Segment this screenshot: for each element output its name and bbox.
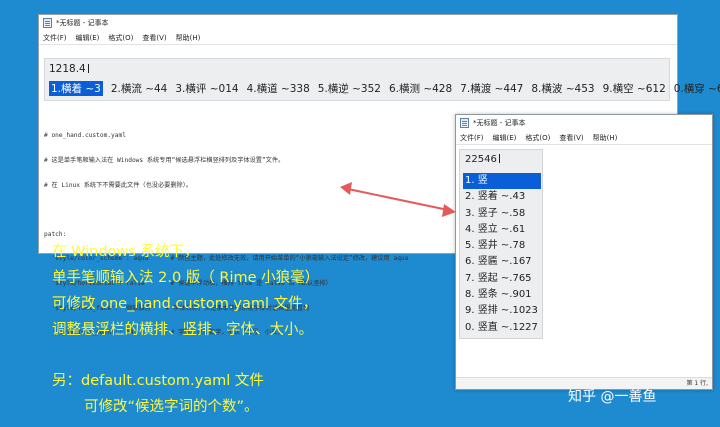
note-line-1: 在 Windows 系统下， xyxy=(52,244,199,260)
horizontal-candidate-bar: 1218.4 1.横着 ~3 2.横流 ~44 3.横评 ~014 4.横道 ~… xyxy=(44,58,720,101)
menu-view[interactable]: 查看(V) xyxy=(142,33,166,43)
menu-help[interactable]: 帮助(H) xyxy=(593,133,618,143)
candidate-item[interactable]: 4. 竖立 ~.61 xyxy=(463,222,541,238)
candidate-item[interactable]: 5.横逆 ~352 xyxy=(318,81,381,96)
vertical-candidate-panel: 22546 1. 竖 2. 竖着 ~.43 3. 竖子 ~.58 4. 竖立 ~… xyxy=(459,149,543,339)
note-line-6: 可修改“候选字词的个数”。 xyxy=(84,399,259,415)
candidate-list: 1. 竖 2. 竖着 ~.43 3. 竖子 ~.58 4. 竖立 ~.61 5.… xyxy=(463,173,541,336)
window-title: *无标题 - 记事本 xyxy=(56,19,109,27)
title-bar: *无标题 - 记事本 xyxy=(39,15,677,31)
candidate-item[interactable]: 9. 竖排 ~.1023 xyxy=(463,303,541,319)
code-line: # 在 Linux 系统下不需要此文件（也没必要删除）。 xyxy=(44,181,192,189)
preedit-text: 1218.4 xyxy=(49,63,89,75)
code-line: patch: xyxy=(44,230,67,238)
text-caret xyxy=(87,64,89,73)
note-line-4: 调整悬浮栏的横排、竖排、字体、大小。 xyxy=(52,322,313,338)
menu-file[interactable]: 文件(F) xyxy=(460,133,484,143)
note-line-2: 单手笔顺输入法 2.0 版（ Rime 小狼毫） xyxy=(52,270,320,286)
menu-bar: 文件(F) 编辑(E) 格式(O) 查看(V) 帮助(H) xyxy=(456,131,712,144)
menu-bar: 文件(F) 编辑(E) 格式(O) 查看(V) 帮助(H) xyxy=(39,31,677,44)
candidate-item[interactable]: 9.横空 ~612 xyxy=(603,81,666,96)
code-line: # 这是单手笔顺输入法在 Windows 系统专用“候选悬浮栏横竖排列及字体设置… xyxy=(44,157,285,165)
candidate-item[interactable]: 7. 竖起 ~.765 xyxy=(463,271,541,287)
candidate-item[interactable]: 8.横波 ~453 xyxy=(531,81,594,96)
candidate-item[interactable]: 2.横流 ~44 xyxy=(111,81,168,96)
notepad-app-icon xyxy=(460,118,469,128)
note-line-3: 可修改 one_hand.custom.yaml 文件， xyxy=(52,296,318,312)
text-editor[interactable]: 22546 1. 竖 2. 竖着 ~.43 3. 竖子 ~.58 4. 竖立 ~… xyxy=(456,144,712,391)
menu-edit[interactable]: 编辑(E) xyxy=(493,133,517,143)
candidate-item[interactable]: 6. 竖匾 ~.167 xyxy=(463,254,541,270)
candidate-item[interactable]: 1. 竖 xyxy=(463,173,541,190)
candidate-item[interactable]: 7.横渡 ~447 xyxy=(460,81,523,96)
menu-edit[interactable]: 编辑(E) xyxy=(76,33,100,43)
candidate-item[interactable]: 4.横道 ~338 xyxy=(247,81,310,96)
candidate-item[interactable]: 2. 竖着 ~.43 xyxy=(463,189,541,205)
second-notepad-window: *无标题 - 记事本 文件(F) 编辑(E) 格式(O) 查看(V) 帮助(H)… xyxy=(455,114,713,390)
candidate-item[interactable]: 0.横穿 ~679 xyxy=(674,81,720,96)
candidate-item[interactable]: 5. 竖井 ~.78 xyxy=(463,238,541,254)
menu-file[interactable]: 文件(F) xyxy=(43,33,67,43)
candidate-item[interactable]: 3.横评 ~014 xyxy=(175,81,238,96)
menu-format[interactable]: 格式(O) xyxy=(108,33,133,43)
note-line-5: 另：default.custom.yaml 文件 xyxy=(52,373,264,389)
text-caret xyxy=(498,154,500,163)
candidate-item[interactable]: 6.横测 ~428 xyxy=(389,81,452,96)
menu-format[interactable]: 格式(O) xyxy=(525,133,550,143)
menu-help[interactable]: 帮助(H) xyxy=(176,33,201,43)
code-line: # one_hand.custom.yaml xyxy=(44,132,126,140)
notepad-app-icon xyxy=(43,18,52,28)
window-title: *无标题 - 记事本 xyxy=(473,119,526,127)
candidate-item[interactable]: 0. 竖直 ~.1227 xyxy=(463,320,541,336)
candidate-item[interactable]: 3. 竖子 ~.58 xyxy=(463,206,541,222)
candidate-item[interactable]: 8. 竖条 ~.901 xyxy=(463,287,541,303)
candidate-row: 1.横着 ~3 2.横流 ~44 3.横评 ~014 4.横道 ~338 5.横… xyxy=(49,81,720,96)
preedit-text: 22546 xyxy=(465,154,500,165)
candidate-item[interactable]: 1.横着 ~3 xyxy=(49,81,103,96)
title-bar: *无标题 - 记事本 xyxy=(456,115,712,131)
zhihu-watermark: 知乎 @一善鱼 xyxy=(568,389,657,405)
menu-view[interactable]: 查看(V) xyxy=(559,133,583,143)
